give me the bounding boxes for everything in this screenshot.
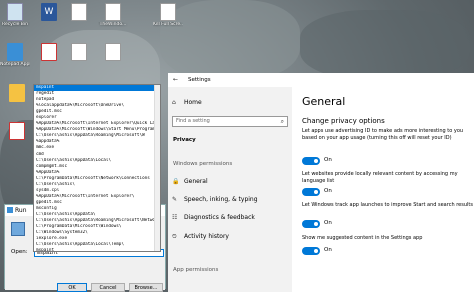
toggle-state-label: On [324,220,332,226]
recycle-bin-icon [7,3,23,21]
sidebar-item-speech[interactable]: ✎ Speech, inking, & typing [168,193,292,207]
sidebar-item-diagnostics[interactable]: ☷ Diagnostics & feedback [168,211,292,225]
option-suggested-content-text: Show me suggested content in the Setting… [302,235,423,241]
toggle-state-label: On [324,188,332,194]
back-arrow-icon[interactable]: ← [173,73,178,87]
document-icon [71,3,87,21]
ok-button[interactable]: OK [57,283,87,292]
desktop-icon[interactable]: Recycle Bin [2,3,28,27]
section-header-app-permissions: App permissions [173,267,219,273]
page-subtitle: Change privacy options [302,117,385,125]
home-icon: ⌂ [172,99,176,106]
settings-window: Settings ← ⌂ Home Find a setting ⌕ Priva… [168,73,474,292]
suggested-content-toggle[interactable] [302,247,320,255]
autocomplete-item[interactable]: C:\ProgramData\Microsoft\Network\Connect… [34,176,160,182]
run-program-icon [11,222,25,236]
feedback-icon: ☷ [172,214,178,221]
autocomplete-list[interactable]: mspaint regedit notepad %localappdata%\Micr… [33,84,161,252]
open-label: Open: [11,249,28,255]
desktop-icon[interactable] [66,43,92,61]
pdf-icon [41,43,57,61]
word-document-icon: W [41,3,57,21]
option-advertising-id-text: Let apps use advertising ID to make ads … [302,128,464,141]
desktop-icon[interactable]: Kill Full Scre... [153,3,183,27]
rock-texture [160,0,300,80]
toggle-knob [314,190,318,194]
shortcut-icon [160,3,176,21]
section-header-windows-permissions: Windows permissions [173,161,233,167]
toggle-knob [314,222,318,226]
desktop-icon[interactable] [66,3,92,21]
sidebar-item-activity-history[interactable]: ⏲ Activity history [168,230,292,244]
desktop-icon[interactable]: Notepad Application [0,43,30,67]
document-icon [71,43,87,61]
toggle-knob [314,159,318,163]
settings-content: General Change privacy options Let apps … [292,87,474,292]
toggle-knob [314,249,318,253]
desktop-icon[interactable]: W [36,3,62,21]
desktop-icon[interactable] [4,84,30,102]
current-section-label: Privacy [173,137,196,143]
notepad-icon [7,43,23,61]
document-icon [105,43,121,61]
sidebar-item-general[interactable]: 🔒 General [168,175,292,189]
desktop-icon[interactable] [4,122,30,140]
settings-title: Settings [168,73,474,87]
settings-sidebar: ⌂ Home Find a setting ⌕ Privacy Windows … [168,87,292,292]
option-language-list-text: Let websites provide locally relevant co… [302,171,458,184]
search-icon: ⌕ [280,118,284,125]
option-track-launches-text: Let Windows track app launches to improv… [302,202,473,208]
page-title: General [302,95,346,108]
autocomplete-item[interactable]: mspaint [34,248,160,251]
search-input[interactable]: Find a setting ⌕ [172,116,288,127]
sidebar-item-home[interactable]: ⌂ Home [168,96,292,110]
lock-icon: 🔒 [172,178,180,185]
run-app-icon [7,207,13,213]
desktop-icon[interactable]: TheWindo... [100,3,126,27]
browse-button[interactable]: Browse... [129,283,163,292]
toggle-state-label: On [324,247,332,253]
history-icon: ⏲ [172,233,177,240]
scrollbar[interactable] [154,85,160,251]
language-list-toggle[interactable] [302,188,320,196]
pen-icon: ✎ [172,196,178,203]
pdf-icon [9,122,25,140]
track-launches-toggle[interactable] [302,220,320,228]
document-icon [105,3,121,21]
folder-icon [9,84,25,102]
toggle-state-label: On [324,157,332,163]
advertising-id-toggle[interactable] [302,157,320,165]
desktop-icon[interactable] [36,43,62,61]
desktop-icon[interactable] [100,43,126,61]
rock-texture [300,10,470,80]
cancel-button[interactable]: Cancel [91,283,125,292]
